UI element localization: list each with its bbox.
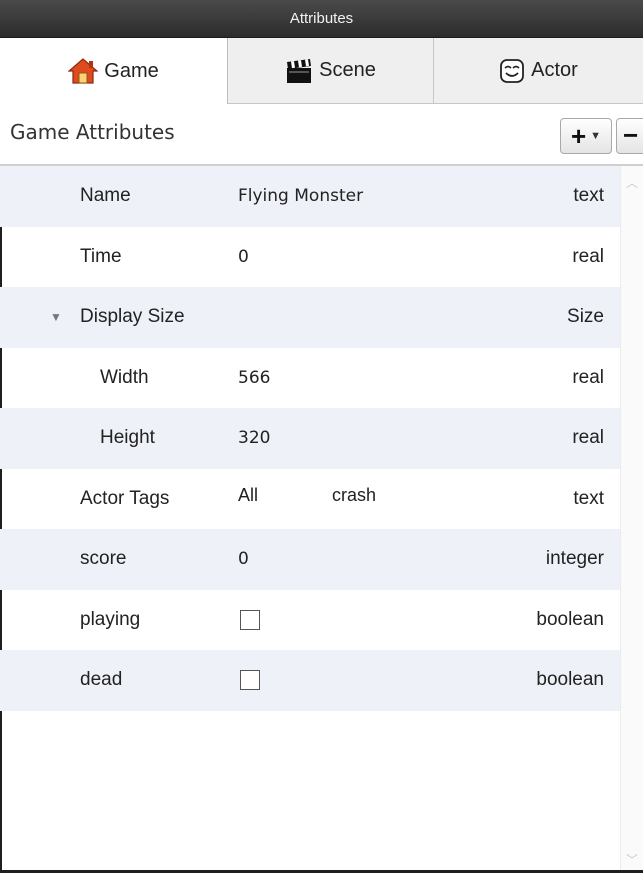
attribute-name: Name xyxy=(80,185,131,207)
tag-item[interactable]: All xyxy=(238,485,258,506)
add-attribute-button[interactable]: + ▼ xyxy=(560,118,612,154)
attribute-row-name[interactable]: Name Flying Monster text xyxy=(0,166,620,227)
disclosure-triangle-icon[interactable]: ▼ xyxy=(50,310,62,324)
clapperboard-icon xyxy=(285,58,313,84)
mask-icon xyxy=(499,58,525,84)
attribute-row-actor-tags[interactable]: Actor Tags All crash text xyxy=(0,469,620,530)
attribute-name: dead xyxy=(80,669,123,691)
attribute-type: real xyxy=(572,427,604,449)
attribute-row-width[interactable]: Width 566 real xyxy=(0,348,620,409)
attribute-name: Time xyxy=(80,245,122,267)
attribute-row-height[interactable]: Height 320 real xyxy=(0,408,620,469)
attribute-row-time[interactable]: Time 0 real xyxy=(0,227,620,288)
attribute-type: Size xyxy=(567,306,604,328)
attribute-value[interactable]: 0 xyxy=(238,549,249,569)
vertical-scrollbar[interactable]: ︿ ﹀ xyxy=(620,166,643,871)
playing-checkbox[interactable] xyxy=(240,609,260,630)
attribute-type: real xyxy=(572,245,604,267)
tab-scene[interactable]: Scene xyxy=(228,38,434,104)
attribute-value[interactable]: 320 xyxy=(238,428,270,448)
tab-game-label: Game xyxy=(104,59,159,82)
attribute-type: real xyxy=(572,366,604,388)
tab-scene-label: Scene xyxy=(319,59,376,81)
house-icon xyxy=(68,58,99,84)
tab-game[interactable]: Game xyxy=(0,38,228,104)
attribute-name: Display Size xyxy=(80,306,185,328)
attribute-type: integer xyxy=(545,548,604,570)
attribute-row-display-size[interactable]: ▼ Display Size Size xyxy=(0,287,620,348)
attribute-name: Height xyxy=(100,427,155,449)
panel-title: Attributes xyxy=(289,10,354,27)
attributes-header: Game Attributes + ▼ − xyxy=(0,104,643,166)
attribute-type: boolean xyxy=(536,608,604,630)
attribute-type: text xyxy=(573,487,604,509)
attribute-name: score xyxy=(80,548,127,570)
scroll-up-icon[interactable]: ︿ xyxy=(625,174,639,190)
tab-bar: Game Scene Actor xyxy=(0,38,643,104)
panel-titlebar: Attributes xyxy=(0,0,643,38)
attribute-name: Width xyxy=(100,366,149,388)
attribute-value[interactable]: 566 xyxy=(238,368,270,388)
attribute-row-score[interactable]: score 0 integer xyxy=(0,529,620,590)
attribute-row-playing[interactable]: playing boolean xyxy=(0,590,620,651)
attribute-type: boolean xyxy=(536,669,604,691)
attribute-value[interactable]: Flying Monster xyxy=(238,186,363,206)
attribute-row-dead[interactable]: dead boolean xyxy=(0,650,620,711)
attribute-type: text xyxy=(573,185,604,207)
plus-icon: + xyxy=(570,120,587,151)
tab-actor[interactable]: Actor xyxy=(434,38,643,104)
scroll-down-icon[interactable]: ﹀ xyxy=(625,851,639,867)
attribute-name: playing xyxy=(80,608,141,630)
tab-actor-label: Actor xyxy=(531,59,578,81)
tag-item[interactable]: crash xyxy=(332,485,376,506)
attribute-list: Name Flying Monster text Time 0 real ▼ D… xyxy=(0,166,620,711)
dead-checkbox[interactable] xyxy=(240,670,260,691)
chevron-down-icon: ▼ xyxy=(590,130,602,142)
attribute-value[interactable]: 0 xyxy=(238,247,249,267)
section-title: Game Attributes xyxy=(10,120,175,144)
remove-attribute-button[interactable]: − xyxy=(616,118,643,154)
attribute-name: Actor Tags xyxy=(80,487,170,509)
